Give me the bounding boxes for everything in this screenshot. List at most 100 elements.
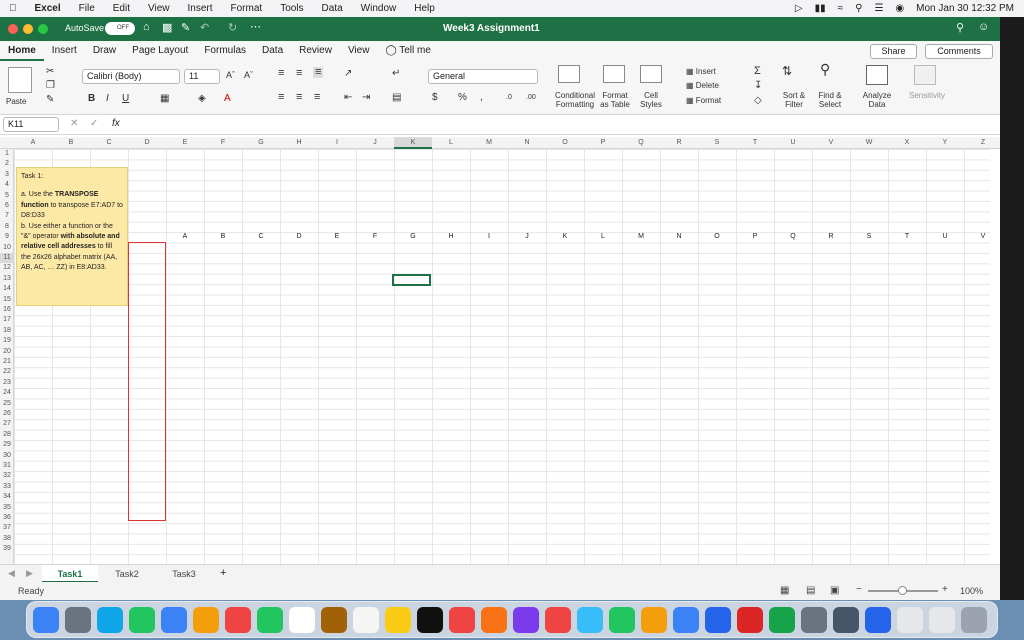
minimize-window-button[interactable]	[23, 24, 33, 34]
row-header-7[interactable]: 7	[0, 211, 14, 221]
column-header-w[interactable]: W	[850, 137, 888, 149]
tab-draw[interactable]: Draw	[85, 41, 124, 61]
row-header-21[interactable]: 21	[0, 357, 14, 367]
word-icon[interactable]	[705, 607, 731, 633]
cell-styles-icon[interactable]	[640, 65, 662, 83]
share-button[interactable]: Share	[870, 44, 917, 59]
autosave-toggle[interactable]: OFF	[105, 22, 135, 35]
keynote-icon[interactable]	[577, 607, 603, 633]
messages-icon[interactable]	[129, 607, 155, 633]
column-header-s[interactable]: S	[698, 137, 736, 149]
font-name-select[interactable]: Calibri (Body)	[82, 69, 180, 84]
page-break-view-icon[interactable]: ▣	[830, 585, 839, 596]
trash-icon[interactable]	[961, 607, 987, 633]
tab-review[interactable]: Review	[291, 41, 340, 61]
notes-icon[interactable]	[385, 607, 411, 633]
photos-icon[interactable]	[225, 607, 251, 633]
currency-icon[interactable]: $	[432, 93, 438, 103]
mail-icon[interactable]	[161, 607, 187, 633]
formula-input[interactable]	[130, 117, 990, 132]
row-header-32[interactable]: 32	[0, 471, 14, 481]
italic-button[interactable]: I	[106, 94, 109, 104]
cell-row7-value[interactable]: C	[242, 233, 280, 240]
system-settings-icon[interactable]	[801, 607, 827, 633]
column-header-q[interactable]: Q	[622, 137, 660, 149]
row-header-16[interactable]: 16	[0, 305, 14, 315]
menu-data[interactable]: Data	[313, 3, 352, 14]
podcasts-icon[interactable]	[513, 607, 539, 633]
row-header-36[interactable]: 36	[0, 513, 14, 523]
calendar-icon[interactable]	[289, 607, 315, 633]
wifi-icon[interactable]: ≈	[838, 3, 844, 14]
cell-row7-value[interactable]: P	[736, 233, 774, 240]
comma-style-icon[interactable]: ,	[480, 93, 483, 103]
decrease-decimal-icon[interactable]: .00	[526, 93, 536, 102]
cancel-icon[interactable]: ✕	[70, 118, 78, 129]
row-header-26[interactable]: 26	[0, 409, 14, 419]
column-header-x[interactable]: X	[888, 137, 926, 149]
format-as-table-icon[interactable]	[603, 65, 625, 83]
battery-icon[interactable]: ▮▮	[815, 3, 826, 14]
column-header-g[interactable]: G	[242, 137, 280, 149]
cell-grid[interactable]: Task 1: a. Use the TRANSPOSE function to…	[14, 149, 990, 564]
news-icon[interactable]	[545, 607, 571, 633]
column-header-r[interactable]: R	[660, 137, 698, 149]
redo-icon[interactable]: ↻	[228, 21, 237, 34]
column-header-h[interactable]: H	[280, 137, 318, 149]
align-top-icon[interactable]: ≡	[278, 68, 284, 79]
cell-row7-value[interactable]: D	[280, 233, 318, 240]
row-header-23[interactable]: 23	[0, 378, 14, 388]
cell-row7-value[interactable]: N	[660, 233, 698, 240]
column-header-c[interactable]: C	[90, 137, 128, 149]
row-header-6[interactable]: 6	[0, 201, 14, 211]
cell-row7-value[interactable]: K	[546, 233, 584, 240]
tab-home[interactable]: Home	[0, 41, 44, 61]
more-icon[interactable]: ⋯	[250, 20, 261, 33]
cell-row7-value[interactable]: B	[204, 233, 242, 240]
row-header-19[interactable]: 19	[0, 336, 14, 346]
format-cells-button[interactable]: ▦ Format	[686, 96, 721, 105]
cell-row7-value[interactable]: U	[926, 233, 964, 240]
cell-row7-value[interactable]: I	[470, 233, 508, 240]
percent-icon[interactable]: %	[458, 93, 467, 103]
row-header-30[interactable]: 30	[0, 451, 14, 461]
clock[interactable]: Mon Jan 30 12:32 PM	[916, 3, 1014, 14]
decrease-font-icon[interactable]: Aˇ	[244, 71, 253, 80]
number-format-select[interactable]: General	[428, 69, 538, 84]
menu-window[interactable]: Window	[352, 3, 406, 14]
document-title[interactable]: Week3 Assignment1	[443, 23, 540, 34]
name-box[interactable]: K11	[3, 117, 59, 132]
comments-button[interactable]: Comments	[925, 44, 993, 59]
cell-row7-value[interactable]: H	[432, 233, 470, 240]
column-header-u[interactable]: U	[774, 137, 812, 149]
clear-icon[interactable]: ◇	[754, 96, 762, 106]
menu-file[interactable]: File	[70, 3, 104, 14]
row-header-12[interactable]: 12	[0, 263, 14, 273]
zoom-slider-thumb[interactable]	[898, 586, 907, 595]
normal-view-icon[interactable]: ▦	[780, 585, 789, 596]
fx-icon[interactable]: fx	[112, 118, 120, 129]
music-icon[interactable]	[449, 607, 475, 633]
add-sheet-icon[interactable]: +	[220, 567, 226, 579]
borders-icon[interactable]: ▦	[160, 94, 169, 104]
menu-tools[interactable]: Tools	[271, 3, 312, 14]
row-header-1[interactable]: 1	[0, 149, 14, 159]
zoom-in-button[interactable]: +	[942, 584, 948, 595]
fill-color-icon[interactable]: ◈	[198, 94, 206, 104]
tab-page-layout[interactable]: Page Layout	[124, 41, 196, 61]
cell-row7-value[interactable]: L	[584, 233, 622, 240]
orientation-icon[interactable]: ↗	[344, 69, 352, 79]
find-select-label[interactable]: Find & Select	[814, 91, 846, 109]
quicktime-icon[interactable]	[833, 607, 859, 633]
sort-filter-label[interactable]: Sort & Filter	[778, 91, 810, 109]
row-header-18[interactable]: 18	[0, 326, 14, 336]
tell-me-search[interactable]: ◯ Tell me	[377, 41, 438, 61]
next-sheet-icon[interactable]: ▶	[26, 568, 33, 579]
wrap-text-icon[interactable]: ↵	[392, 69, 400, 79]
format-painter-icon[interactable]: ✎	[46, 95, 54, 105]
cut-icon[interactable]: ✂	[46, 67, 54, 77]
cell-row7-value[interactable]: S	[850, 233, 888, 240]
increase-indent-icon[interactable]: ⇥	[362, 93, 370, 103]
column-header-l[interactable]: L	[432, 137, 470, 149]
copy-icon[interactable]: ❐	[46, 81, 55, 91]
